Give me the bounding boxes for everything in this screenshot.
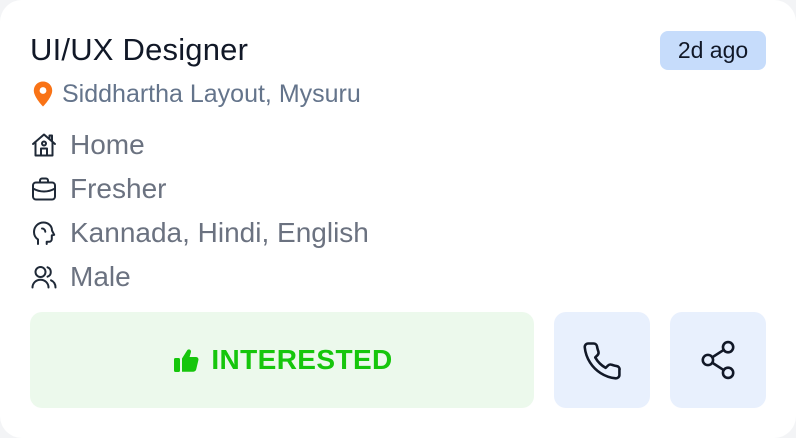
job-card: UI/UX Designer 2d ago Siddhartha Layout,… xyxy=(0,0,796,438)
job-title: UI/UX Designer xyxy=(30,32,249,67)
briefcase-icon xyxy=(30,175,58,203)
experience-row: Fresher xyxy=(30,171,166,207)
users-icon xyxy=(30,263,58,291)
location-text: Siddhartha Layout, Mysuru xyxy=(62,79,361,108)
gender-text: Male xyxy=(70,261,131,292)
phone-icon xyxy=(580,338,624,382)
work-mode-text: Home xyxy=(70,129,145,160)
experience-text: Fresher xyxy=(70,173,167,204)
share-icon xyxy=(696,338,740,382)
work-mode-row: Home xyxy=(30,127,145,163)
call-button[interactable] xyxy=(554,312,650,408)
home-icon xyxy=(30,131,58,159)
gender-row: Male xyxy=(30,259,131,295)
job-location: Siddhartha Layout, Mysuru xyxy=(30,76,361,112)
share-button[interactable] xyxy=(670,312,766,408)
interested-button[interactable]: INTERESTED xyxy=(30,312,534,408)
speaking-head-icon xyxy=(30,219,58,247)
interested-label: INTERESTED xyxy=(211,344,393,375)
location-pin-icon xyxy=(30,79,56,109)
posted-badge: 2d ago xyxy=(660,31,766,70)
languages-row: Kannada, Hindi, English xyxy=(30,215,369,251)
languages-text: Kannada, Hindi, English xyxy=(70,217,369,248)
thumbs-up-icon xyxy=(171,345,201,375)
